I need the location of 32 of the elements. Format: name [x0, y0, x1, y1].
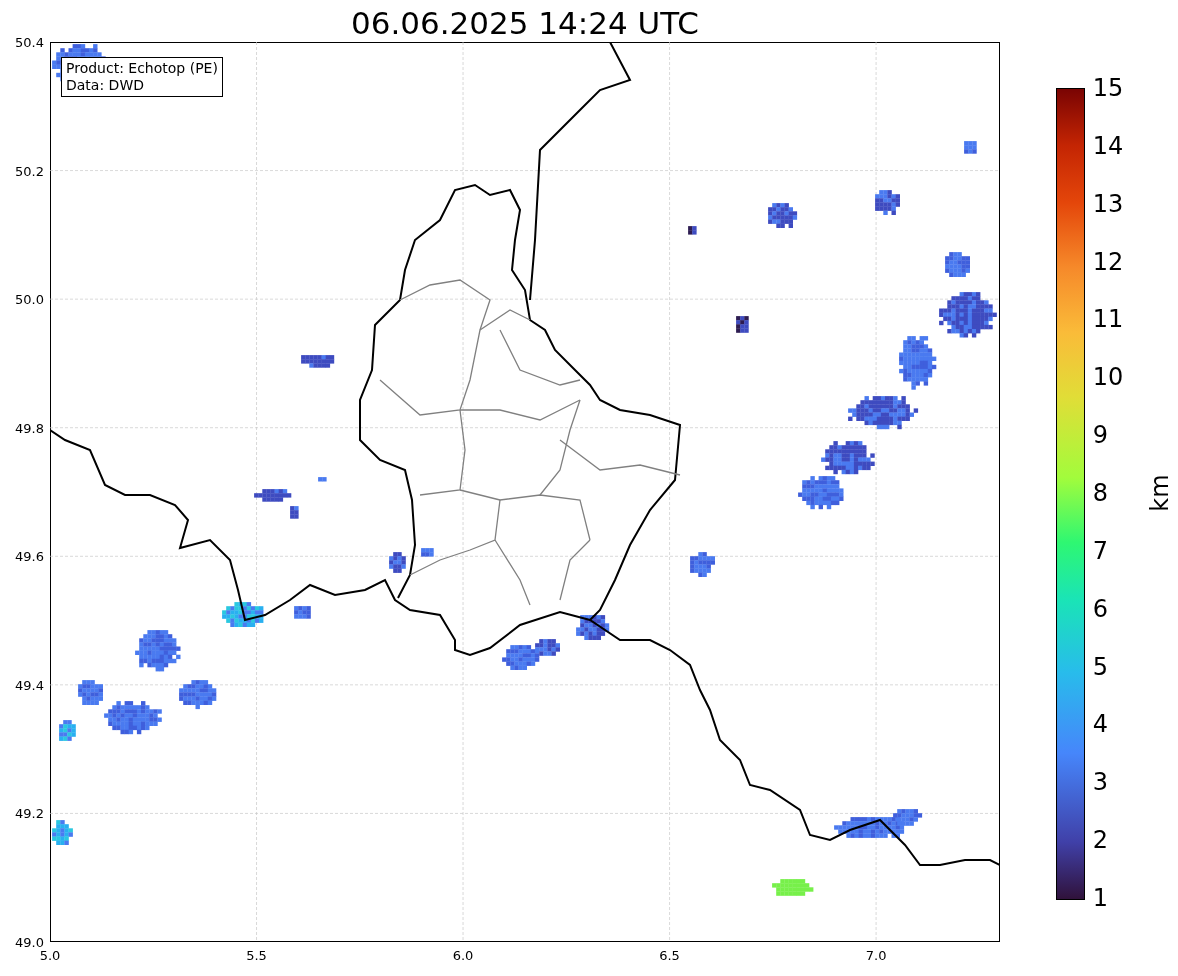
axis-tick-label: 49.4 — [15, 677, 44, 693]
axis-tick-label: 49.2 — [15, 805, 44, 821]
axis-tick-label: 50.4 — [15, 34, 44, 50]
axis-tick-label: 7.0 — [865, 948, 887, 963]
plot-title: 06.06.2025 14:24 UTC — [350, 4, 700, 42]
axis-tick-label: 49.6 — [15, 548, 44, 564]
axis-tick-label: 6.5 — [659, 948, 680, 963]
colorbar-tick-label: 3 — [1092, 768, 1108, 797]
axis-tick-label: 50.2 — [15, 163, 44, 179]
colorbar-tick-label: 7 — [1092, 536, 1108, 565]
colorbar-tick-label: 8 — [1092, 479, 1108, 507]
colorbar-label: km — [1145, 474, 1174, 512]
colorbar-tick-label: 1 — [1092, 884, 1108, 912]
colorbar-tick-label: 4 — [1092, 710, 1108, 739]
colorbar-tick-label: 14 — [1092, 131, 1124, 160]
legend-text: Product: Echotop (PE) — [66, 60, 218, 77]
colorbar-tick-label: 15 — [1092, 74, 1124, 102]
colorbar-tick-label: 6 — [1092, 594, 1108, 623]
colorbar-tick-label: 5 — [1092, 652, 1108, 681]
axis-tick-label: 50.0 — [15, 291, 44, 307]
colorbar-tick-label: 11 — [1092, 305, 1124, 334]
axis-tick-label: 49.0 — [15, 934, 44, 950]
colorbar-tick-label: 12 — [1092, 247, 1124, 276]
colorbar-tick-label: 13 — [1092, 189, 1124, 218]
colorbar-tick-label: 10 — [1092, 363, 1124, 392]
colorbar-tick-label: 9 — [1092, 421, 1108, 450]
axis-tick-label: 49.8 — [15, 420, 44, 436]
axis-tick-label: 5.0 — [39, 948, 61, 963]
colorbar-tick-label: 2 — [1092, 826, 1108, 855]
axis-tick-label: 6.0 — [452, 948, 474, 963]
legend-text: Data: DWD — [66, 77, 145, 94]
axis-tick-label: 5.5 — [246, 948, 267, 963]
